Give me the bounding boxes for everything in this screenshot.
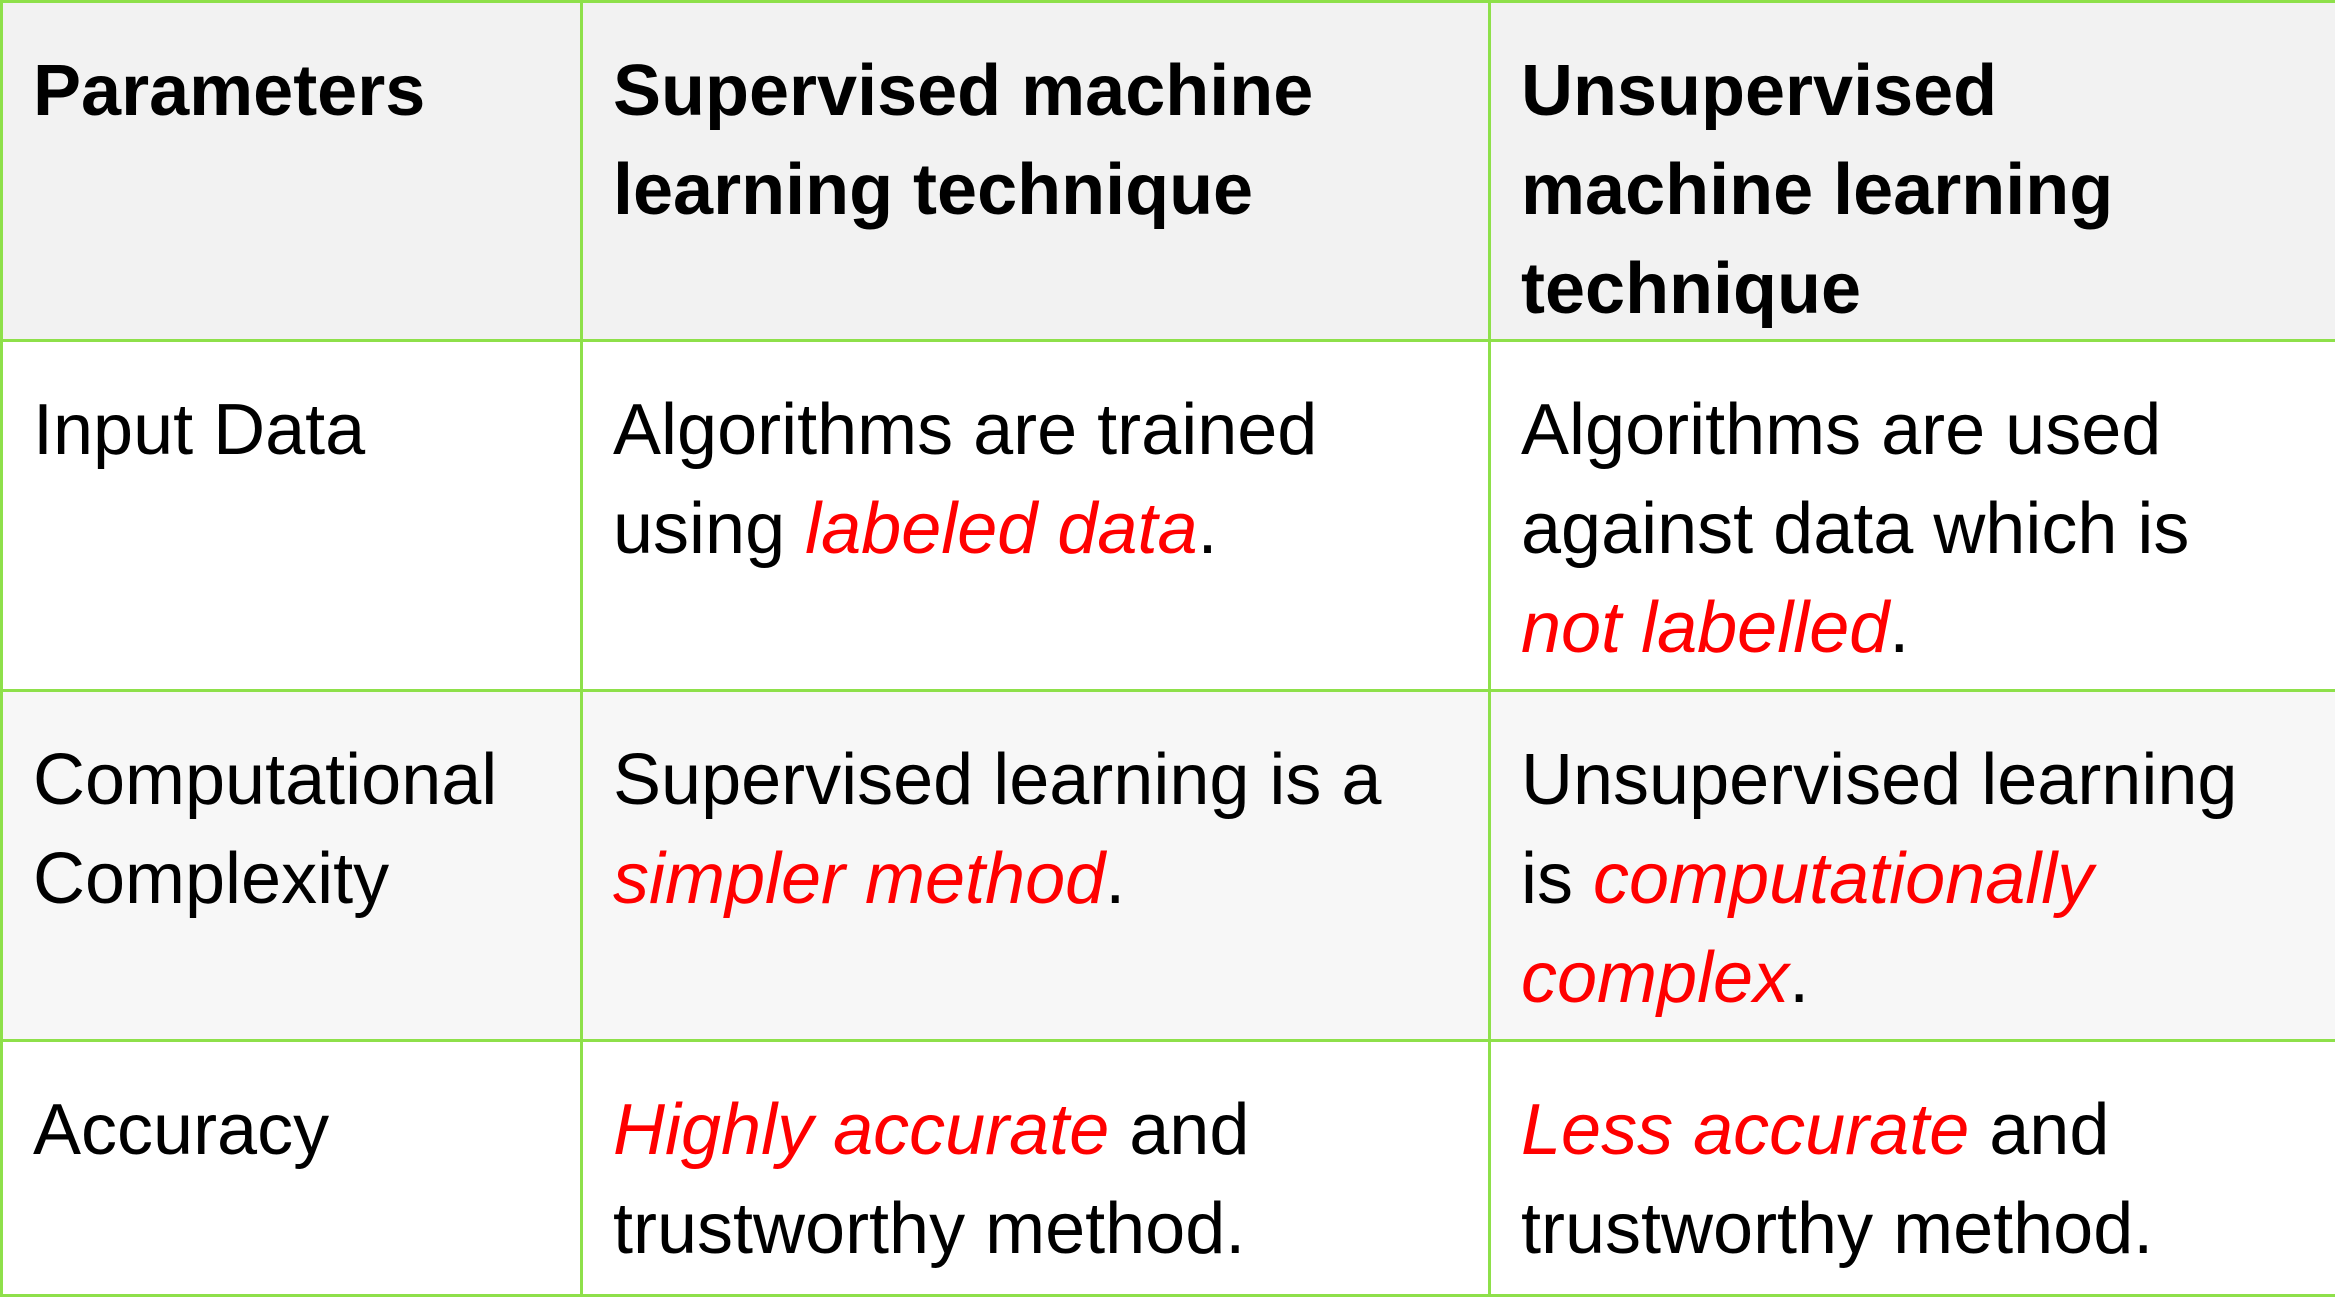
supervised-cell: Highly accurate and trustworthy method. [582,1041,1490,1296]
table-row: Input Data Algorithms are trained using … [2,341,2335,691]
table-row: Accuracy Highly accurate and trustworthy… [2,1041,2335,1296]
supervised-cell: Supervised learning is a simpler method. [582,691,1490,1041]
table-header-row: Parameters Supervised machine learning t… [2,2,2335,341]
cell-text: . [1789,938,1809,1018]
highlighted-term: Highly accurate [613,1090,1109,1170]
unsupervised-cell: Algorithms are used against data which i… [1490,341,2335,691]
cell-text: . [1105,839,1125,919]
cell-text: . [1197,489,1217,569]
parameter-cell: Input Data [2,341,582,691]
unsupervised-cell: Unsupervised learning is computationally… [1490,691,2335,1041]
unsupervised-cell: Less accurate and trustworthy method. [1490,1041,2335,1296]
highlighted-term: Less accurate [1521,1090,1969,1170]
supervised-cell: Algorithms are trained using labeled dat… [582,341,1490,691]
cell-text: . [1889,588,1909,668]
cell-text: Algorithms are used against data which i… [1521,390,2189,569]
header-parameters: Parameters [2,2,582,341]
parameter-cell: Computational Complexity [2,691,582,1041]
highlighted-term: simpler method [613,839,1105,919]
header-supervised: Supervised machine learning technique [582,2,1490,341]
table-row: Computational Complexity Supervised lear… [2,691,2335,1041]
cell-text: Supervised learning is a [613,740,1381,820]
highlighted-term: not labelled [1521,588,1889,668]
parameter-cell: Accuracy [2,1041,582,1296]
highlighted-term: labeled data [805,489,1197,569]
comparison-table: Parameters Supervised machine learning t… [0,0,2335,1297]
header-unsupervised: Unsupervised machine learning technique [1490,2,2335,341]
